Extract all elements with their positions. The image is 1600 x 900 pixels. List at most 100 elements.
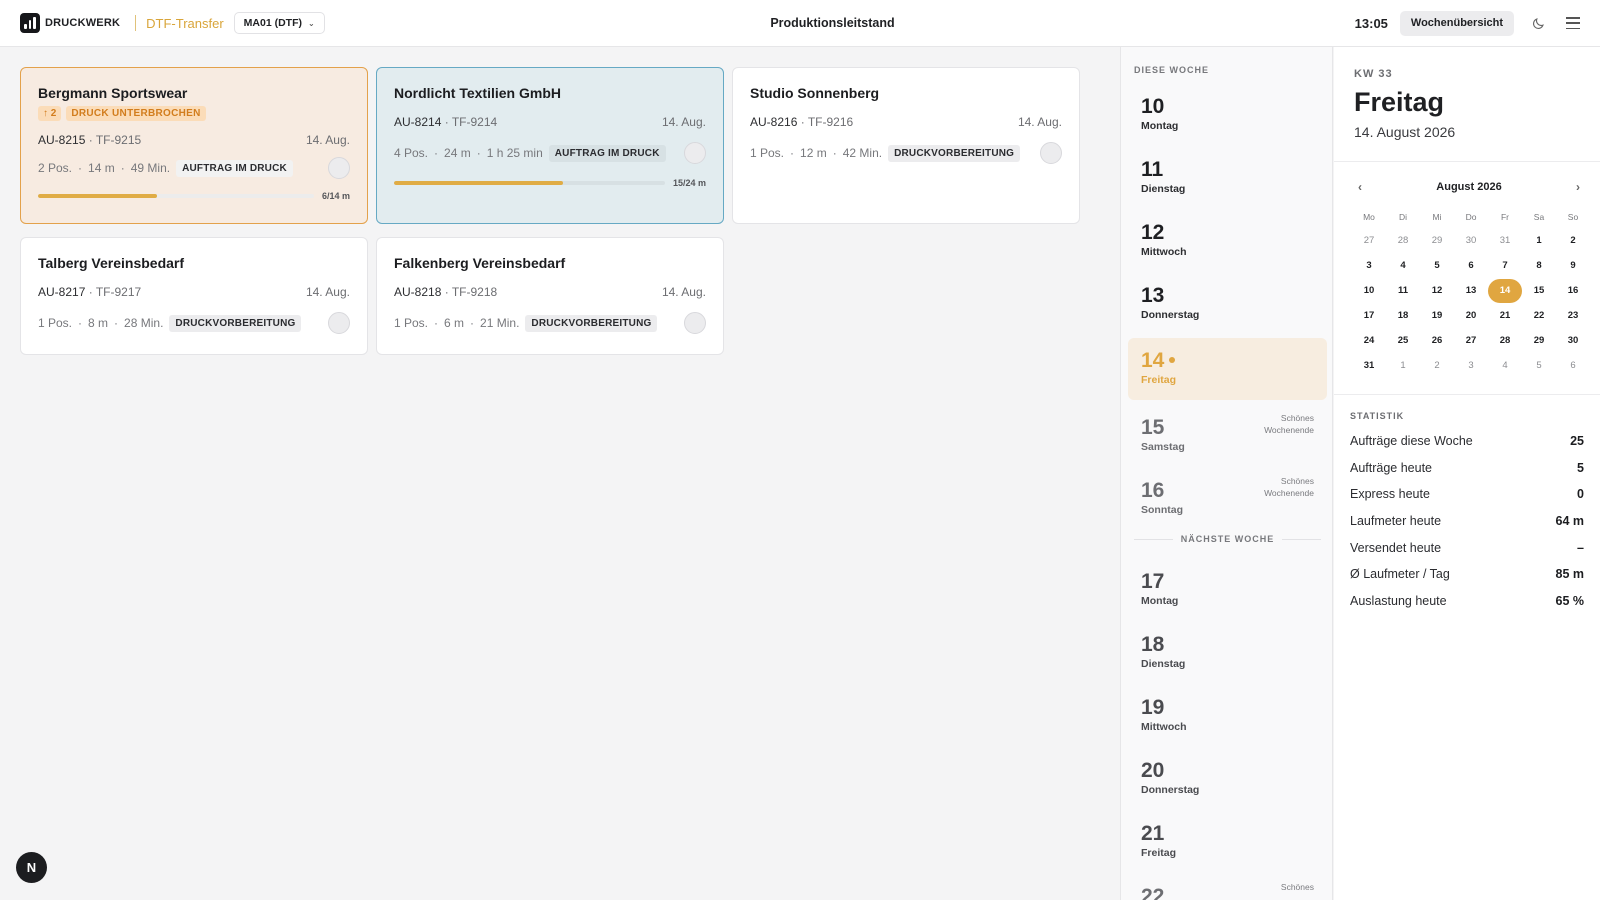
calendar-day[interactable]: 28 (1488, 328, 1522, 353)
order-card[interactable]: Bergmann Sportswear ↑ 2 DRUCK UNTERBROCH… (20, 67, 368, 224)
calendar-day[interactable]: 25 (1386, 328, 1420, 353)
calendar-day[interactable]: 1 (1386, 353, 1420, 378)
calendar-day[interactable]: 21 (1488, 303, 1522, 328)
phase-tag: DRUCKVORBEREITUNG (888, 144, 1021, 162)
day-item[interactable]: 15 Samstag Schönes Wochenende (1128, 401, 1327, 463)
stat-value: 0 (1577, 487, 1584, 502)
calendar-day[interactable]: 12 (1420, 278, 1454, 303)
calendar-day-selected[interactable]: 14 (1488, 278, 1522, 303)
calendar-day[interactable]: 28 (1386, 228, 1420, 253)
select-circle[interactable] (328, 312, 350, 334)
calendar-day[interactable]: 8 (1522, 253, 1556, 278)
app-launcher-button[interactable]: N (16, 852, 47, 883)
order-card[interactable]: Studio Sonnenberg AU-8216 · TF-9216 14. … (732, 67, 1080, 224)
calendar-day[interactable]: 16 (1556, 278, 1590, 303)
day-item[interactable]: 11 Dienstag (1128, 143, 1327, 205)
phase-tag: AUFTRAG IM DRUCK (548, 144, 666, 162)
day-item[interactable]: 16 Sonntag Schönes Wochenende (1128, 464, 1327, 526)
calendar-day[interactable]: 5 (1420, 253, 1454, 278)
calendar-day[interactable]: 11 (1386, 278, 1420, 303)
day-item[interactable]: 21 Freitag (1128, 807, 1327, 869)
length: 8 m (88, 316, 109, 330)
calendar-day[interactable]: 6 (1556, 353, 1590, 378)
chevron-right-icon[interactable]: › (1576, 180, 1580, 194)
chevron-left-icon[interactable]: ‹ (1358, 180, 1362, 194)
calendar-day[interactable]: 30 (1454, 228, 1488, 253)
machine-select[interactable]: MA01 (DTF) ⌄ (233, 12, 325, 34)
calendar-day[interactable]: 4 (1488, 353, 1522, 378)
day-item[interactable]: 20 Donnerstag (1128, 744, 1327, 806)
calendar-day[interactable]: 7 (1488, 253, 1522, 278)
calendar-day[interactable]: 10 (1352, 278, 1386, 303)
select-circle[interactable] (1040, 142, 1062, 164)
calendar-day[interactable]: 2 (1420, 353, 1454, 378)
calendar-day[interactable]: 1 (1522, 228, 1556, 253)
day-item[interactable]: 10 Montag (1128, 80, 1327, 142)
stat-value: 64 m (1555, 514, 1585, 529)
calendar-day[interactable]: 9 (1556, 253, 1590, 278)
transfer-number: TF-9216 (807, 115, 854, 129)
calendar-day[interactable]: 27 (1352, 228, 1386, 253)
progress-bar (394, 181, 665, 185)
logo-icon (20, 13, 40, 33)
order-card[interactable]: Falkenberg Vereinsbedarf AU-8218 · TF-92… (376, 237, 724, 355)
calendar-week: KW 33 (1354, 68, 1393, 80)
due-date: 14. Aug. (1017, 115, 1062, 129)
day-item[interactable]: 18 Dienstag (1128, 618, 1327, 680)
weekend-note: Schönes (1281, 882, 1314, 894)
calendar-day-number: 14 (1488, 279, 1522, 303)
calendar-day[interactable]: 19 (1420, 303, 1454, 328)
status-badge: DRUCK UNTERBROCHEN (66, 106, 206, 121)
menu-icon[interactable] (1566, 17, 1580, 29)
calendar-day[interactable]: 22 (1522, 303, 1556, 328)
select-circle[interactable] (684, 142, 706, 164)
calendar-day[interactable]: 18 (1386, 303, 1420, 328)
day-item[interactable]: 19 Mittwoch (1128, 681, 1327, 743)
calendar-day[interactable]: 31 (1352, 353, 1386, 378)
positions: 1 Pos. (38, 316, 73, 330)
length: 6 m (444, 316, 465, 330)
calendar-day[interactable]: 29 (1420, 228, 1454, 253)
select-circle[interactable] (328, 157, 350, 179)
order-card[interactable]: Nordlicht Textilien GmbH AU-8214 · TF-92… (376, 67, 724, 224)
day-item-today[interactable]: 14 Freitag (1128, 338, 1327, 400)
progress-label: 15/24 m (672, 178, 706, 188)
weekday: Montag (1141, 595, 1179, 607)
moon-icon[interactable] (1532, 16, 1546, 30)
calendar-day[interactable]: 26 (1420, 328, 1454, 353)
order-number: AU-8216 (750, 115, 798, 129)
day-item[interactable]: 13 Donnerstag (1128, 269, 1327, 331)
day-item[interactable]: 17 Montag (1128, 555, 1327, 617)
calendar-day[interactable]: 6 (1454, 253, 1488, 278)
stat-label: Ø Laufmeter / Tag (1350, 567, 1450, 582)
calendar-day[interactable]: 29 (1522, 328, 1556, 353)
calendar-day[interactable]: 17 (1352, 303, 1386, 328)
calendar-day[interactable]: 30 (1556, 328, 1590, 353)
calendar-day[interactable]: 5 (1522, 353, 1556, 378)
calendar-day[interactable]: 27 (1454, 328, 1488, 353)
calendar-day[interactable]: 20 (1454, 303, 1488, 328)
select-circle[interactable] (684, 312, 706, 334)
calendar-day[interactable]: 2 (1556, 228, 1590, 253)
calendar-day[interactable]: 3 (1454, 353, 1488, 378)
phase-tag: DRUCKVORBEREITUNG (169, 314, 302, 332)
calendar-day[interactable]: 24 (1352, 328, 1386, 353)
priority-value: 2 (50, 108, 57, 119)
day-item[interactable]: 22 Schönes (1128, 870, 1327, 900)
order-card[interactable]: Talberg Vereinsbedarf AU-8217 · TF-9217 … (20, 237, 368, 355)
brand[interactable]: DRUCKWERK (20, 13, 120, 33)
calendar-day[interactable]: 13 (1454, 278, 1488, 303)
calendar-day[interactable]: 3 (1352, 253, 1386, 278)
calendar-day[interactable]: 31 (1488, 228, 1522, 253)
day-number: 20 (1141, 759, 1165, 782)
today-dot (1169, 357, 1176, 363)
day-number: 13 (1141, 284, 1165, 307)
stat-value: 85 m (1555, 567, 1585, 582)
calendar-day[interactable]: 15 (1522, 278, 1556, 303)
calendar-day[interactable]: 23 (1556, 303, 1590, 328)
calendar-day[interactable]: 4 (1386, 253, 1420, 278)
phase-tag: AUFTRAG IM DRUCK (176, 159, 293, 177)
week-overview-button[interactable]: Wochenübersicht (1399, 10, 1514, 36)
progress-fill (38, 194, 157, 198)
day-item[interactable]: 12 Mittwoch (1128, 206, 1327, 268)
